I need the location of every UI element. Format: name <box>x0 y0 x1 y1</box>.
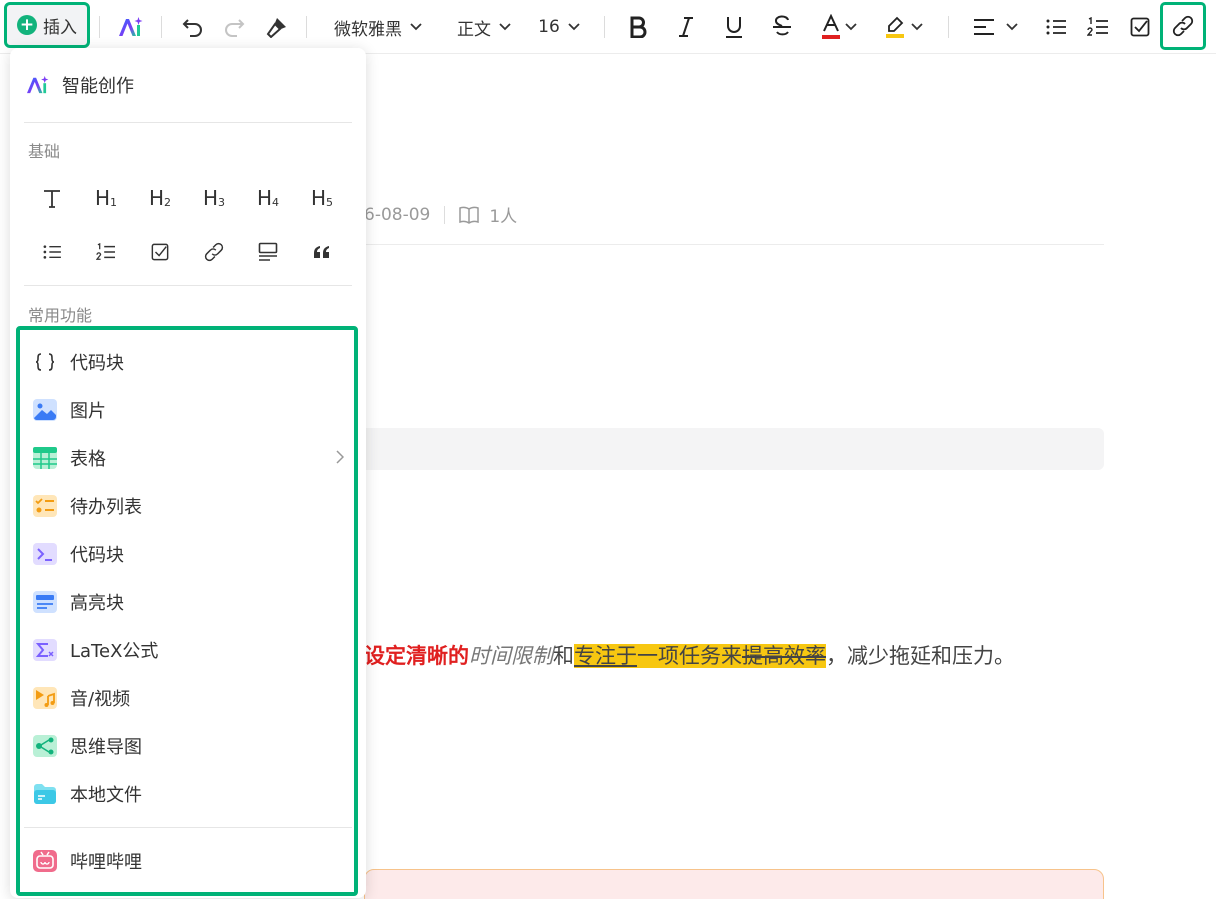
divider <box>604 16 605 38</box>
strikethrough-button[interactable] <box>766 0 798 54</box>
ordered-list-icon <box>1087 17 1108 36</box>
italic-button[interactable] <box>670 0 702 54</box>
plain-text: ，减少拖延和压力。 <box>826 644 1015 668</box>
editor-toolbar: + 插入 微软雅黑 正文 16 <box>0 0 1216 54</box>
document-highlight-block[interactable] <box>364 869 1104 899</box>
insert-label: 插入 <box>43 17 77 38</box>
chevron-down-icon <box>911 23 923 31</box>
selection-highlight-box <box>16 326 358 896</box>
ai-button[interactable] <box>112 0 148 54</box>
menu-item-ai-creation[interactable]: 智能创作 <box>24 72 134 98</box>
chevron-down-icon <box>499 23 511 31</box>
divider <box>161 16 162 38</box>
divider <box>24 122 352 123</box>
insert-text-button[interactable] <box>32 178 72 218</box>
chevron-down-icon <box>410 23 422 31</box>
font-color-icon <box>822 14 840 39</box>
divider <box>99 16 100 38</box>
undo-icon <box>182 19 202 37</box>
underline-icon <box>726 17 742 38</box>
document-date: 6-08-09 <box>364 204 431 225</box>
document-meta: 6-08-09 1人 <box>364 202 518 228</box>
bullet-list-button[interactable] <box>1040 0 1072 54</box>
font-color-button[interactable] <box>816 0 862 54</box>
insert-ordered-list-button[interactable] <box>86 232 126 272</box>
font-size-value: 16 <box>538 17 560 37</box>
link-button[interactable] <box>1160 2 1206 50</box>
font-family-value: 微软雅黑 <box>334 19 402 40</box>
menu-item-label: 智能创作 <box>62 76 134 97</box>
highlighted-underlined-text: 专注于 <box>574 644 637 668</box>
insert-button[interactable]: + 插入 <box>4 2 90 48</box>
highlighted-text: 一项任务来 <box>637 644 742 668</box>
bold-button[interactable] <box>622 0 654 54</box>
task-list-button[interactable] <box>1124 0 1156 54</box>
insert-divider-button[interactable] <box>248 232 288 272</box>
insert-bullet-list-button[interactable] <box>32 232 72 272</box>
divider-block-icon <box>258 242 278 261</box>
strikethrough-icon <box>773 15 791 36</box>
highlight-color-button[interactable] <box>880 0 928 54</box>
link-icon <box>1172 15 1194 37</box>
bold-icon <box>630 16 647 38</box>
insert-heading-3-button[interactable]: H3 <box>194 178 234 218</box>
paragraph-style-select[interactable]: 正文 <box>448 0 520 54</box>
document-paragraph[interactable]: 设定清晰的时间限制和专注于一项任务来提高效率，减少拖延和压力。 <box>364 640 1015 670</box>
divider <box>948 16 949 38</box>
redo-icon <box>225 19 245 37</box>
paragraph-style-value: 正文 <box>457 19 491 40</box>
text-icon <box>44 190 60 208</box>
plus-icon: + <box>17 15 37 35</box>
link-icon <box>204 242 224 262</box>
plain-text: 和 <box>553 644 574 668</box>
insert-link-button[interactable] <box>194 232 234 272</box>
format-painter-button[interactable] <box>262 0 292 54</box>
insert-task-list-button[interactable] <box>140 232 180 272</box>
font-size-select[interactable]: 16 <box>532 0 586 54</box>
font-family-select[interactable]: 微软雅黑 <box>326 0 430 54</box>
undo-button[interactable] <box>178 0 208 54</box>
checkbox-icon <box>151 243 169 261</box>
checkbox-icon <box>1130 17 1150 37</box>
chevron-down-icon <box>845 23 857 31</box>
ai-icon <box>119 17 143 36</box>
insert-quote-button[interactable] <box>302 232 342 272</box>
format-painter-icon <box>266 18 286 38</box>
divider <box>306 16 307 38</box>
document-code-block[interactable] <box>364 428 1104 470</box>
chevron-down-icon <box>1006 23 1018 31</box>
divider <box>444 205 446 224</box>
underline-button[interactable] <box>718 0 750 54</box>
divider <box>364 244 1104 245</box>
section-title-basic: 基础 <box>28 142 61 161</box>
italic-icon <box>679 17 693 37</box>
red-bold-text: 设定清晰的 <box>364 644 469 668</box>
section-title-common: 常用功能 <box>28 306 93 325</box>
ai-icon <box>27 75 49 94</box>
bullet-list-icon <box>1046 19 1066 35</box>
ordered-list-button[interactable] <box>1082 0 1114 54</box>
align-left-icon <box>974 19 994 35</box>
highlighter-icon <box>886 16 904 38</box>
insert-heading-4-button[interactable]: H4 <box>248 178 288 218</box>
chevron-down-icon <box>568 23 580 31</box>
highlighted-strikethrough-text: 提高效率 <box>742 644 826 668</box>
italic-text: 时间限制 <box>469 644 553 668</box>
redo-button[interactable] <box>219 0 249 54</box>
quote-icon <box>314 246 329 258</box>
align-select[interactable] <box>964 0 1026 54</box>
bullet-list-icon <box>43 245 61 259</box>
ordered-list-icon <box>96 243 115 260</box>
insert-heading-1-button[interactable]: H1 <box>86 178 126 218</box>
divider <box>24 285 352 286</box>
insert-heading-5-button[interactable]: H5 <box>302 178 342 218</box>
document-readers: 1人 <box>489 207 518 227</box>
insert-heading-2-button[interactable]: H2 <box>140 178 180 218</box>
book-icon <box>459 206 480 224</box>
